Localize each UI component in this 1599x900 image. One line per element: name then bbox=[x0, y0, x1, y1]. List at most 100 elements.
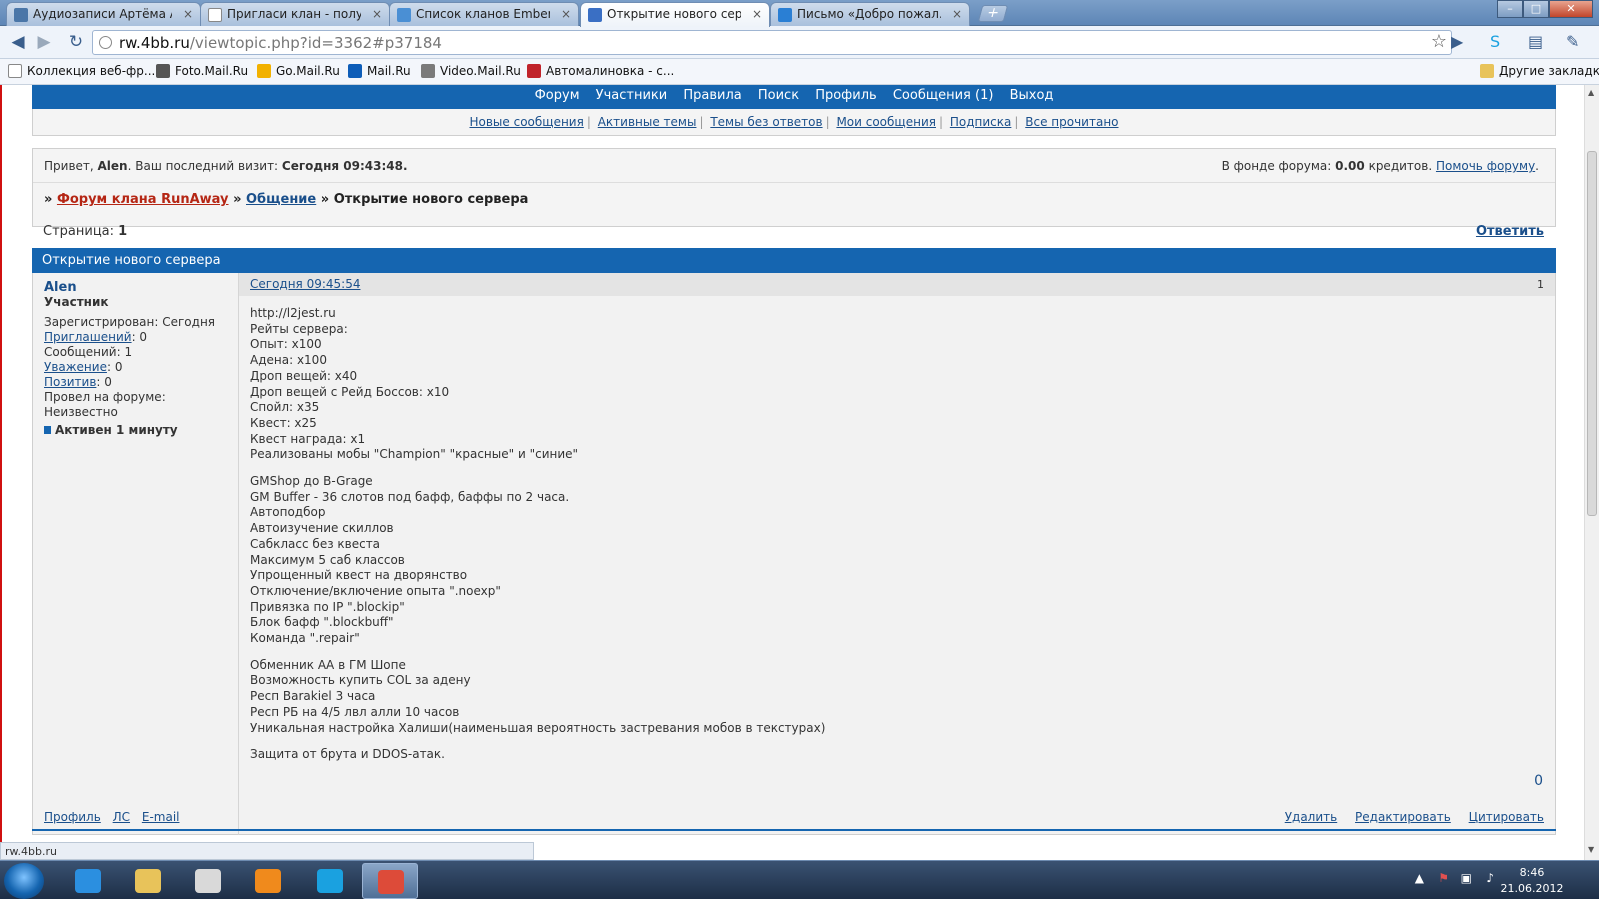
breadcrumb-forum[interactable]: Форум клана RunAway bbox=[57, 192, 229, 207]
new-tab-button[interactable]: + bbox=[977, 5, 1009, 22]
show-hidden-icons-icon[interactable]: ▲ bbox=[1415, 871, 1424, 885]
bookmark-foto-mail[interactable]: Foto.Mail.Ru bbox=[156, 64, 248, 78]
post-reputation[interactable]: 0 bbox=[1534, 773, 1543, 789]
time-on-forum-label: Провел на форуме: bbox=[44, 390, 166, 404]
bookmark-label: Video.Mail.Ru bbox=[440, 64, 521, 78]
link-active-topics[interactable]: Активные темы bbox=[598, 115, 697, 129]
play-extension-icon[interactable]: ▶ bbox=[1451, 32, 1463, 51]
quote-link[interactable]: Цитировать bbox=[1469, 810, 1544, 824]
car-icon bbox=[527, 64, 541, 78]
edit-link[interactable]: Редактировать bbox=[1355, 810, 1451, 824]
tab-invite-clan[interactable]: Пригласи клан - получ... × bbox=[200, 2, 390, 26]
pm-link[interactable]: ЛС bbox=[113, 810, 130, 824]
bookmark-video-mail[interactable]: Video.Mail.Ru bbox=[421, 64, 521, 78]
tab-strip: Аудиозаписи Артёма Ар... × Пригласи клан… bbox=[0, 0, 1599, 27]
current-page: 1 bbox=[118, 224, 128, 239]
forward-icon[interactable]: ▶ bbox=[34, 32, 54, 52]
close-window-button[interactable]: ✕ bbox=[1549, 0, 1593, 18]
taskbar-chrome[interactable] bbox=[362, 863, 418, 899]
tab-mail-letter[interactable]: Письмо «Добро пожал... × bbox=[770, 2, 970, 26]
link-new-posts[interactable]: Новые сообщения bbox=[469, 115, 583, 129]
nav-search[interactable]: Поиск bbox=[758, 88, 799, 103]
post-author[interactable]: Alen bbox=[44, 280, 238, 295]
network-icon[interactable]: ▣ bbox=[1461, 871, 1472, 885]
breadcrumb-sep: » bbox=[233, 192, 242, 207]
activity-status: Активен 1 минуту bbox=[44, 423, 238, 438]
page-info-icon[interactable] bbox=[99, 36, 112, 49]
help-forum-link[interactable]: Помочь форуму bbox=[1436, 159, 1535, 173]
breadcrumb-section[interactable]: Общение bbox=[246, 192, 316, 207]
taskbar-ie[interactable] bbox=[60, 863, 116, 899]
fund-value: 0.00 bbox=[1335, 159, 1365, 173]
maximize-button[interactable]: □ bbox=[1523, 0, 1549, 18]
author-respect: Уважение: 0 bbox=[44, 360, 238, 375]
tab-clan-list[interactable]: Список кланов Ember x1... × bbox=[389, 2, 579, 26]
positive-link[interactable]: Позитив bbox=[44, 375, 96, 389]
close-icon[interactable]: × bbox=[752, 7, 762, 21]
clock[interactable]: 8:46 21.06.2012 bbox=[1497, 865, 1567, 897]
nav-logout[interactable]: Выход bbox=[1010, 88, 1054, 103]
taskbar-skype[interactable] bbox=[302, 863, 358, 899]
address-bar[interactable]: rw.4bb.ru/viewtopic.php?id=3362#p37184 ☆ bbox=[92, 30, 1452, 55]
post-line: GMShop до B-Grage bbox=[250, 474, 373, 489]
bookmark-star-icon[interactable]: ☆ bbox=[1431, 31, 1447, 52]
page-scrollbar[interactable]: ▲ ▼ bbox=[1584, 85, 1599, 860]
profile-link[interactable]: Профиль bbox=[44, 810, 101, 824]
reload-icon[interactable]: ↻ bbox=[66, 32, 86, 52]
link-mark-read[interactable]: Все прочитано bbox=[1025, 115, 1118, 129]
close-icon[interactable]: × bbox=[183, 7, 193, 21]
close-icon[interactable]: × bbox=[561, 7, 571, 21]
nav-forum[interactable]: Форум bbox=[535, 88, 580, 103]
link-unanswered[interactable]: Темы без ответов bbox=[710, 115, 822, 129]
page-icon bbox=[8, 64, 22, 78]
post-paragraph: Обменник АА в ГМ Шопе Возможность купить … bbox=[250, 658, 825, 737]
folder-icon bbox=[1480, 64, 1494, 78]
start-button[interactable] bbox=[4, 863, 44, 899]
bookmark-go-mail[interactable]: Go.Mail.Ru bbox=[257, 64, 340, 78]
folder-icon bbox=[135, 869, 161, 893]
taskbar-media-player[interactable] bbox=[240, 863, 296, 899]
other-bookmarks[interactable]: Другие закладки bbox=[1480, 64, 1599, 78]
invites-link[interactable]: Приглашений bbox=[44, 330, 132, 344]
taskbar-paint[interactable] bbox=[180, 863, 236, 899]
scroll-up-icon[interactable]: ▲ bbox=[1588, 88, 1594, 97]
reply-button[interactable]: Ответить bbox=[1476, 224, 1544, 239]
author-invites: Приглашений: 0 bbox=[44, 330, 238, 345]
close-icon[interactable]: × bbox=[952, 7, 962, 21]
minimize-button[interactable]: – bbox=[1497, 0, 1523, 18]
breadcrumb-sep: » bbox=[320, 192, 330, 207]
action-center-icon[interactable]: ⚑ bbox=[1438, 871, 1449, 885]
nav-members[interactable]: Участники bbox=[596, 88, 668, 103]
wrench-icon[interactable]: ✎ bbox=[1566, 32, 1579, 51]
tab-vk-audio[interactable]: Аудиозаписи Артёма Ар... × bbox=[6, 2, 201, 26]
nav-messages[interactable]: Сообщения (1) bbox=[893, 88, 994, 103]
url-path: /viewtopic.php?id=3362#p37184 bbox=[189, 34, 442, 52]
clock-date: 21.06.2012 bbox=[1500, 882, 1564, 895]
post-header: Сегодня 09:45:54 1 bbox=[239, 273, 1555, 296]
forum-sub-nav: Новые сообщения | Активные темы | Темы без… bbox=[32, 109, 1556, 136]
close-icon[interactable]: × bbox=[372, 7, 382, 21]
taskbar-explorer[interactable] bbox=[120, 863, 176, 899]
nav-profile[interactable]: Профиль bbox=[815, 88, 877, 103]
respect-link[interactable]: Уважение bbox=[44, 360, 107, 374]
nav-rules[interactable]: Правила bbox=[683, 88, 741, 103]
back-icon[interactable]: ◀ bbox=[8, 32, 28, 52]
bookmark-mail[interactable]: Mail.Ru bbox=[348, 64, 411, 78]
page-menu-icon[interactable]: ▤ bbox=[1528, 32, 1543, 51]
browser-toolbar: ◀ ▶ ↻ rw.4bb.ru/viewtopic.php?id=3362#p3… bbox=[0, 26, 1599, 59]
post-line: Блок бафф ".blockbuff" bbox=[250, 615, 394, 630]
scrollbar-thumb[interactable] bbox=[1587, 151, 1597, 516]
scroll-down-icon[interactable]: ▼ bbox=[1588, 845, 1594, 854]
tab-new-server[interactable]: Открытие нового сервера × bbox=[580, 2, 770, 27]
delete-link[interactable]: Удалить bbox=[1285, 810, 1338, 824]
post-paragraph: Защита от брута и DDOS-атак. bbox=[250, 747, 825, 763]
volume-icon[interactable]: ♪ bbox=[1486, 871, 1494, 885]
bookmark-web-collection[interactable]: Коллекция веб-фр... bbox=[8, 64, 155, 78]
post-date-link[interactable]: Сегодня 09:45:54 bbox=[250, 277, 360, 291]
link-my-posts[interactable]: Мои сообщения bbox=[836, 115, 936, 129]
link-subscriptions[interactable]: Подписка bbox=[950, 115, 1012, 129]
bookmark-avtomalinovka[interactable]: Автомалиновка - с... bbox=[527, 64, 674, 78]
camera-icon bbox=[156, 64, 170, 78]
skype-extension-icon[interactable]: S bbox=[1490, 32, 1500, 51]
email-link[interactable]: E-mail bbox=[142, 810, 180, 824]
